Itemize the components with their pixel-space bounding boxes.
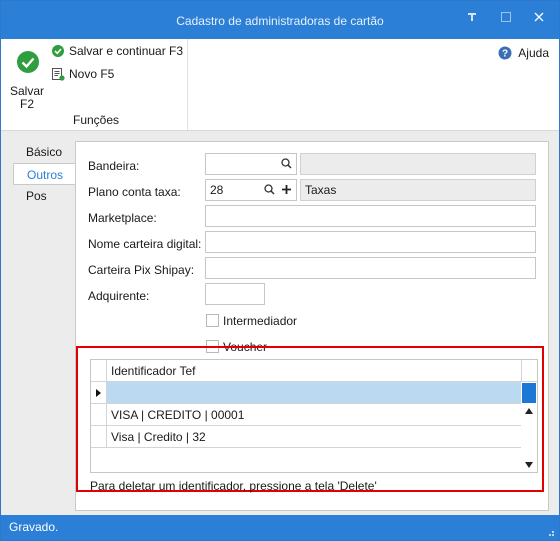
identificador-grid[interactable]: Identificador Tef VISA | CREDITO | 00001 xyxy=(90,359,538,473)
tab-panel-outros: Bandeira: Plano conta taxa: 28 Taxas Mar… xyxy=(75,141,549,511)
bandeira-search-icon[interactable] xyxy=(281,158,292,169)
table-row[interactable]: VISA | CREDITO | 00001 xyxy=(91,404,521,426)
help-icon: ? xyxy=(498,46,512,60)
marketplace-label: Marketplace: xyxy=(88,211,157,225)
new-label: Novo F5 xyxy=(69,67,115,81)
dialog-window: Cadastro de administradoras de cartão Sa… xyxy=(0,0,560,541)
scroll-thumb[interactable] xyxy=(522,383,536,403)
ribbon: Salvar F2 Salvar e continuar F3 Novo F5 … xyxy=(1,39,559,131)
close-icon xyxy=(534,12,544,22)
svg-text:?: ? xyxy=(502,49,508,60)
maximize-icon xyxy=(501,12,511,22)
resize-grip-icon[interactable] xyxy=(545,527,555,537)
column-header-identificador[interactable]: Identificador Tef xyxy=(111,364,196,378)
bandeira-label: Bandeira: xyxy=(88,159,140,173)
new-document-icon xyxy=(52,68,65,81)
pin-button[interactable] xyxy=(460,9,484,27)
save-continue-icon xyxy=(52,45,64,57)
row-header xyxy=(91,426,107,447)
table-row-new[interactable] xyxy=(91,382,521,404)
carteira-digital-label: Nome carteira digital: xyxy=(88,237,202,251)
scroll-down-icon[interactable] xyxy=(525,462,533,468)
carteira-digital-input[interactable] xyxy=(205,231,536,253)
tab-pos[interactable]: Pos xyxy=(13,185,75,207)
row-header xyxy=(91,404,107,425)
table-row[interactable]: Visa | Credito | 32 xyxy=(91,426,521,448)
close-button[interactable] xyxy=(527,9,551,27)
bandeira-description xyxy=(300,153,536,175)
row-pointer-icon xyxy=(96,389,101,397)
delete-hint-text: Para deletar um identificador, pressione… xyxy=(90,479,377,493)
pin-icon xyxy=(468,13,476,21)
adquirente-label: Adquirente: xyxy=(88,289,150,303)
help-label: Ajuda xyxy=(518,46,549,60)
save-button[interactable]: Salvar F2 xyxy=(7,45,47,111)
save-label: Salvar F2 xyxy=(9,84,44,111)
tab-outros[interactable]: Outros xyxy=(13,163,75,185)
scroll-up-icon[interactable] xyxy=(525,408,533,414)
row-indicator xyxy=(91,382,107,403)
plano-add-icon[interactable] xyxy=(281,184,292,195)
intermediador-label: Intermediador xyxy=(223,314,298,328)
scroll-header xyxy=(521,360,537,381)
highlight-box: Identificador Tef VISA | CREDITO | 00001 xyxy=(76,346,544,493)
tab-list: Básico Outros Pos xyxy=(13,141,75,207)
help-button[interactable]: ? Ajuda xyxy=(498,44,549,62)
status-bar: Gravado. xyxy=(1,515,559,540)
plano-search-icon[interactable] xyxy=(264,184,275,195)
table-cell[interactable]: VISA | CREDITO | 00001 xyxy=(111,408,244,422)
ribbon-group-label: Funções xyxy=(73,113,120,127)
pix-shipay-input[interactable] xyxy=(205,257,536,279)
plano-conta-description: Taxas xyxy=(300,179,536,201)
grid-vertical-scrollbar[interactable] xyxy=(521,382,537,472)
grid-corner xyxy=(91,360,107,381)
maximize-button[interactable] xyxy=(494,9,518,27)
tab-basico[interactable]: Básico xyxy=(13,141,75,163)
status-text: Gravado. xyxy=(9,520,59,534)
plano-conta-label: Plano conta taxa: xyxy=(88,185,181,199)
table-cell[interactable]: Visa | Credito | 32 xyxy=(111,430,206,444)
adquirente-input[interactable] xyxy=(205,283,265,305)
pix-shipay-label: Carteira Pix Shipay: xyxy=(88,263,195,277)
check-circle-icon xyxy=(17,51,39,73)
ribbon-group-separator xyxy=(187,39,188,130)
grid-header: Identificador Tef xyxy=(91,360,537,382)
intermediador-checkbox[interactable] xyxy=(206,314,219,327)
content-area: Básico Outros Pos Bandeira: Plano conta … xyxy=(1,131,559,515)
marketplace-input[interactable] xyxy=(205,205,536,227)
title-bar: Cadastro de administradoras de cartão xyxy=(1,1,559,39)
save-continue-label: Salvar e continuar F3 xyxy=(69,44,184,58)
